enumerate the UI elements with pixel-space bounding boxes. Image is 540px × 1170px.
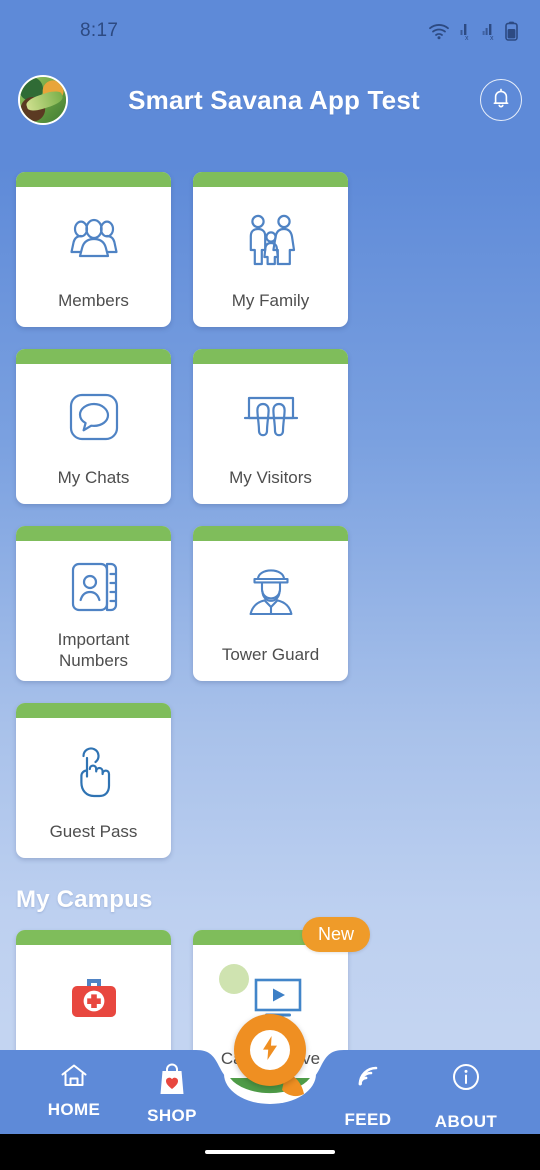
guard-icon bbox=[193, 541, 348, 644]
card-accent-bar bbox=[16, 526, 171, 541]
card-accent-bar bbox=[193, 172, 348, 187]
card-accent-bar bbox=[16, 172, 171, 187]
svg-text:x: x bbox=[465, 35, 469, 40]
nav-label: FEED bbox=[344, 1110, 392, 1129]
card-guest-pass[interactable]: Guest Pass bbox=[16, 703, 171, 858]
card-label: Tower Guard bbox=[221, 645, 320, 664]
shopping-bag-heart-icon bbox=[156, 1062, 188, 1101]
card-accent-bar bbox=[193, 526, 348, 541]
status-icons: x x bbox=[428, 21, 518, 41]
avatar[interactable] bbox=[18, 75, 68, 125]
nav-item-feed[interactable]: FEED bbox=[320, 1062, 416, 1130]
gesture-bar[interactable] bbox=[205, 1150, 335, 1154]
card-label: Members bbox=[58, 291, 129, 310]
notifications-button[interactable] bbox=[480, 79, 522, 121]
signal-no-sim-icon: x bbox=[481, 22, 498, 40]
nav-label: SHOP bbox=[147, 1106, 197, 1125]
chat-bubble-icon bbox=[16, 364, 171, 467]
card-my-visitors[interactable]: My Visitors bbox=[193, 349, 348, 504]
nav-item-shop[interactable]: SHOP bbox=[124, 1062, 220, 1126]
section-title-my-campus: My Campus bbox=[16, 886, 153, 913]
page-title: Smart Savana App Test bbox=[128, 84, 420, 115]
bell-icon bbox=[491, 87, 511, 114]
contact-book-icon bbox=[16, 541, 171, 629]
card-label: My Visitors bbox=[229, 468, 312, 487]
status-time: 8:17 bbox=[80, 20, 119, 41]
card-label: Important Numbers bbox=[57, 630, 130, 670]
card-label: Guest Pass bbox=[49, 822, 138, 841]
battery-icon bbox=[505, 21, 518, 41]
card-accent-bar bbox=[16, 349, 171, 364]
nav-label: ABOUT bbox=[434, 1112, 498, 1131]
group-people-icon bbox=[16, 187, 171, 290]
decorative-dot bbox=[219, 964, 249, 994]
status-badge: New bbox=[301, 917, 370, 952]
quick-action-fab[interactable] bbox=[234, 1014, 306, 1086]
tap-hand-icon bbox=[16, 718, 171, 821]
signal-no-sim-icon: x bbox=[457, 22, 474, 40]
card-grid-my-flat: Members My Family My Chats My Visitors I… bbox=[0, 172, 540, 858]
wifi-icon bbox=[428, 22, 450, 40]
app-screen: 8:17 x x Smart Savana App Test Members M… bbox=[0, 0, 540, 1170]
first-aid-kit-icon bbox=[16, 945, 171, 1048]
svg-text:x: x bbox=[490, 35, 494, 40]
card-accent-bar bbox=[16, 703, 171, 718]
app-bar: Smart Savana App Test bbox=[0, 62, 540, 138]
card-members[interactable]: Members bbox=[16, 172, 171, 327]
card-important-numbers[interactable]: Important Numbers bbox=[16, 526, 171, 681]
lightning-bolt-icon bbox=[262, 1035, 278, 1065]
nav-item-about[interactable]: ABOUT bbox=[418, 1062, 514, 1132]
bottom-navigation: HOME SHOP FEED ABOUT bbox=[0, 1014, 540, 1134]
nav-item-home[interactable]: HOME bbox=[26, 1062, 122, 1120]
card-accent-bar bbox=[16, 930, 171, 945]
fab-inner-circle bbox=[250, 1030, 290, 1070]
nav-label: HOME bbox=[47, 1100, 101, 1119]
info-circle-icon bbox=[451, 1062, 481, 1097]
card-accent-bar bbox=[193, 349, 348, 364]
status-bar: 8:17 x x bbox=[0, 0, 540, 62]
card-tower-guard[interactable]: Tower Guard bbox=[193, 526, 348, 681]
card-label: My Family bbox=[231, 291, 310, 310]
rss-feed-icon bbox=[354, 1062, 382, 1095]
card-my-family[interactable]: My Family bbox=[193, 172, 348, 327]
gesture-navigation-area bbox=[0, 1134, 540, 1170]
card-my-chats[interactable]: My Chats bbox=[16, 349, 171, 504]
visitors-icon bbox=[193, 364, 348, 467]
card-label: My Chats bbox=[57, 468, 130, 487]
home-icon bbox=[59, 1062, 89, 1095]
family-icon bbox=[193, 187, 348, 290]
